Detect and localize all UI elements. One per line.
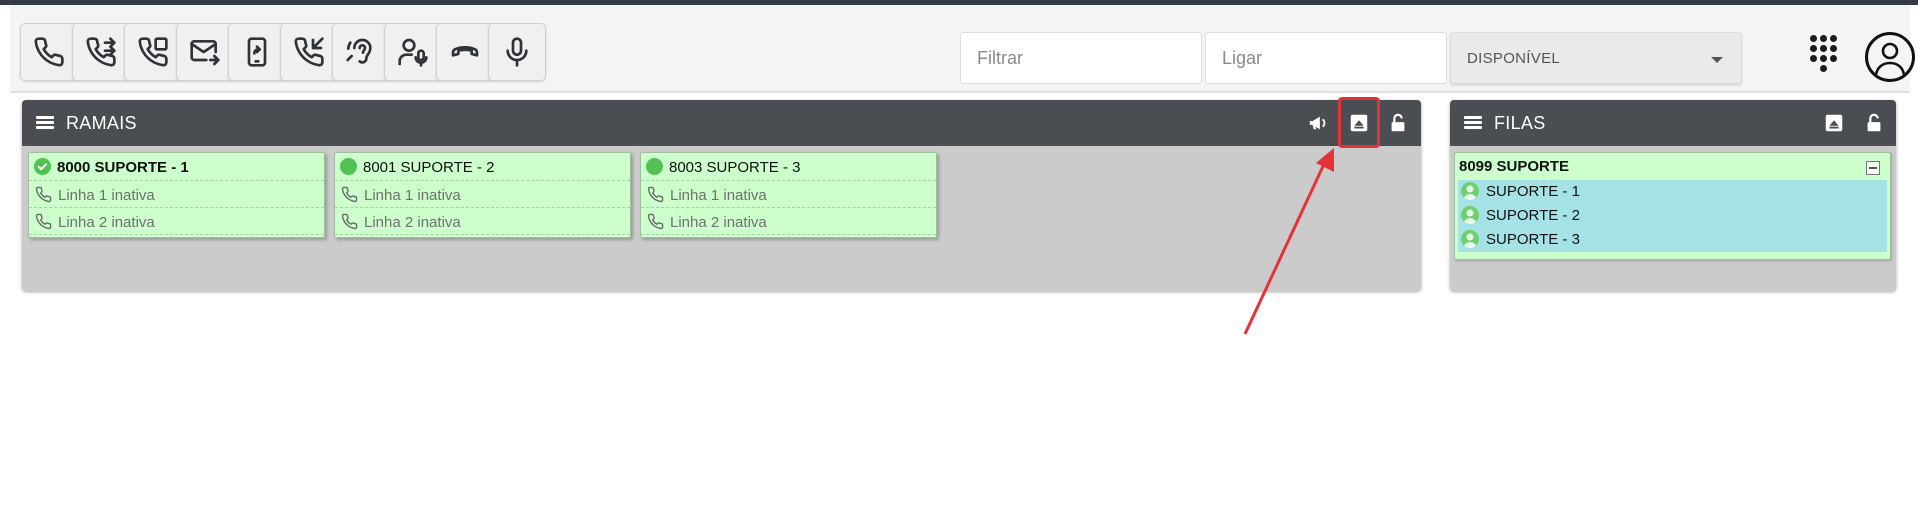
consult-transfer-button[interactable] bbox=[124, 23, 182, 81]
extension-line-row: Linha 1 inativa bbox=[641, 182, 936, 208]
queue-member-label: SUPORTE - 1 bbox=[1486, 183, 1580, 200]
queue-member-label: SUPORTE - 3 bbox=[1486, 231, 1580, 248]
queue-card[interactable]: 8099 SUPORTE SUPORTE - 1 SUPORTE - 2 SUPOR… bbox=[1454, 152, 1891, 260]
unlock-icon[interactable] bbox=[1387, 112, 1409, 134]
queue-members: SUPORTE - 1 SUPORTE - 2 SUPORTE - 3 bbox=[1458, 180, 1887, 252]
line-status-label: Linha 1 inativa bbox=[58, 187, 155, 204]
extension-line-row: Linha 2 inativa bbox=[335, 209, 630, 235]
phone-icon bbox=[341, 186, 358, 203]
mobile-forward-icon bbox=[247, 37, 267, 67]
agent-avatar-icon bbox=[1461, 206, 1479, 224]
forward-mail-button[interactable] bbox=[176, 23, 234, 81]
panel-title: RAMAIS bbox=[66, 113, 137, 133]
chevron-down-icon bbox=[1711, 57, 1723, 63]
mute-button[interactable] bbox=[488, 23, 546, 81]
unlock-icon[interactable] bbox=[1863, 112, 1885, 134]
transfer-call-icon bbox=[86, 37, 116, 67]
filter-input[interactable] bbox=[960, 32, 1202, 84]
line-status-label: Linha 2 inativa bbox=[364, 214, 461, 231]
whisper-button[interactable] bbox=[384, 23, 442, 81]
menu-icon[interactable] bbox=[36, 116, 54, 130]
availability-select[interactable]: DISPONÍVEL bbox=[1450, 32, 1742, 84]
availability-value: DISPONÍVEL bbox=[1467, 50, 1561, 67]
annotation-highlight-box bbox=[1338, 97, 1380, 148]
extension-name-row: 8000 SUPORTE - 1 bbox=[29, 153, 324, 181]
consult-transfer-icon bbox=[138, 37, 168, 67]
panel-title: FILAS bbox=[1494, 113, 1546, 133]
status-available-icon bbox=[646, 158, 663, 175]
call-button[interactable] bbox=[20, 23, 78, 81]
agent-avatar-icon bbox=[1461, 182, 1479, 200]
dialpad-icon[interactable] bbox=[1810, 35, 1844, 75]
user-icon bbox=[1874, 42, 1906, 76]
microphone-icon bbox=[506, 37, 528, 67]
megaphone-icon[interactable] bbox=[1307, 112, 1329, 134]
ramais-header: RAMAIS bbox=[22, 100, 1421, 146]
extension-label: 8000 SUPORTE - 1 bbox=[57, 159, 189, 176]
expand-panel-icon[interactable] bbox=[1823, 112, 1845, 134]
phone-icon bbox=[341, 213, 358, 230]
mobile-forward-button[interactable] bbox=[228, 23, 286, 81]
extension-line-row: Linha 1 inativa bbox=[335, 182, 630, 208]
status-check-icon bbox=[34, 158, 51, 175]
phone-icon bbox=[647, 213, 664, 230]
ramais-panel: RAMAIS 8000 SUPORTE - 1 Linha 1 inativa Li… bbox=[22, 100, 1421, 291]
filas-header: FILAS bbox=[1450, 100, 1896, 146]
extension-name-row: 8003 SUPORTE - 3 bbox=[641, 153, 936, 181]
forward-mail-icon bbox=[190, 40, 220, 66]
user-profile-button[interactable] bbox=[1865, 32, 1915, 82]
line-status-label: Linha 1 inativa bbox=[670, 187, 767, 204]
collapse-icon[interactable] bbox=[1866, 161, 1880, 175]
pickup-call-icon bbox=[294, 37, 324, 67]
dial-input[interactable] bbox=[1205, 32, 1447, 84]
line-status-label: Linha 1 inativa bbox=[364, 187, 461, 204]
listen-button[interactable] bbox=[332, 23, 390, 81]
line-status-label: Linha 2 inativa bbox=[670, 214, 767, 231]
menu-icon[interactable] bbox=[1464, 116, 1482, 130]
extension-name-row: 8001 SUPORTE - 2 bbox=[335, 153, 630, 181]
hangup-button[interactable] bbox=[436, 23, 494, 81]
phone-icon bbox=[35, 186, 52, 203]
queue-member[interactable]: SUPORTE - 1 bbox=[1458, 180, 1887, 203]
extension-line-row: Linha 2 inativa bbox=[29, 209, 324, 235]
phone-icon bbox=[35, 213, 52, 230]
queue-member-label: SUPORTE - 2 bbox=[1486, 207, 1580, 224]
hangup-icon bbox=[451, 45, 479, 57]
extension-card[interactable]: 8000 SUPORTE - 1 Linha 1 inativa Linha 2 i… bbox=[28, 152, 325, 238]
queue-name: 8099 SUPORTE bbox=[1459, 158, 1570, 175]
agent-avatar-icon bbox=[1461, 230, 1479, 248]
listen-ear-icon bbox=[346, 38, 372, 64]
extension-card[interactable]: 8003 SUPORTE - 3 Linha 1 inativa Linha 2 i… bbox=[640, 152, 937, 238]
extension-line-row: Linha 1 inativa bbox=[29, 182, 324, 208]
phone-icon bbox=[647, 186, 664, 203]
transfer-button[interactable] bbox=[72, 23, 130, 81]
line-status-label: Linha 2 inativa bbox=[58, 214, 155, 231]
queue-member[interactable]: SUPORTE - 3 bbox=[1458, 228, 1887, 251]
extension-card[interactable]: 8001 SUPORTE - 2 Linha 1 inativa Linha 2 i… bbox=[334, 152, 631, 238]
extension-label: 8001 SUPORTE - 2 bbox=[363, 159, 495, 176]
extension-label: 8003 SUPORTE - 3 bbox=[669, 159, 801, 176]
softphone-toolbar: DISPONÍVEL bbox=[10, 5, 1915, 93]
queue-member[interactable]: SUPORTE - 2 bbox=[1458, 204, 1887, 227]
status-available-icon bbox=[340, 158, 357, 175]
user-voice-icon bbox=[398, 38, 428, 67]
phone-icon bbox=[34, 37, 64, 67]
filas-panel: FILAS 8099 SUPORTE SUPORTE - 1 SUPORTE - … bbox=[1450, 100, 1896, 291]
pickup-button[interactable] bbox=[280, 23, 338, 81]
extension-line-row: Linha 2 inativa bbox=[641, 209, 936, 235]
